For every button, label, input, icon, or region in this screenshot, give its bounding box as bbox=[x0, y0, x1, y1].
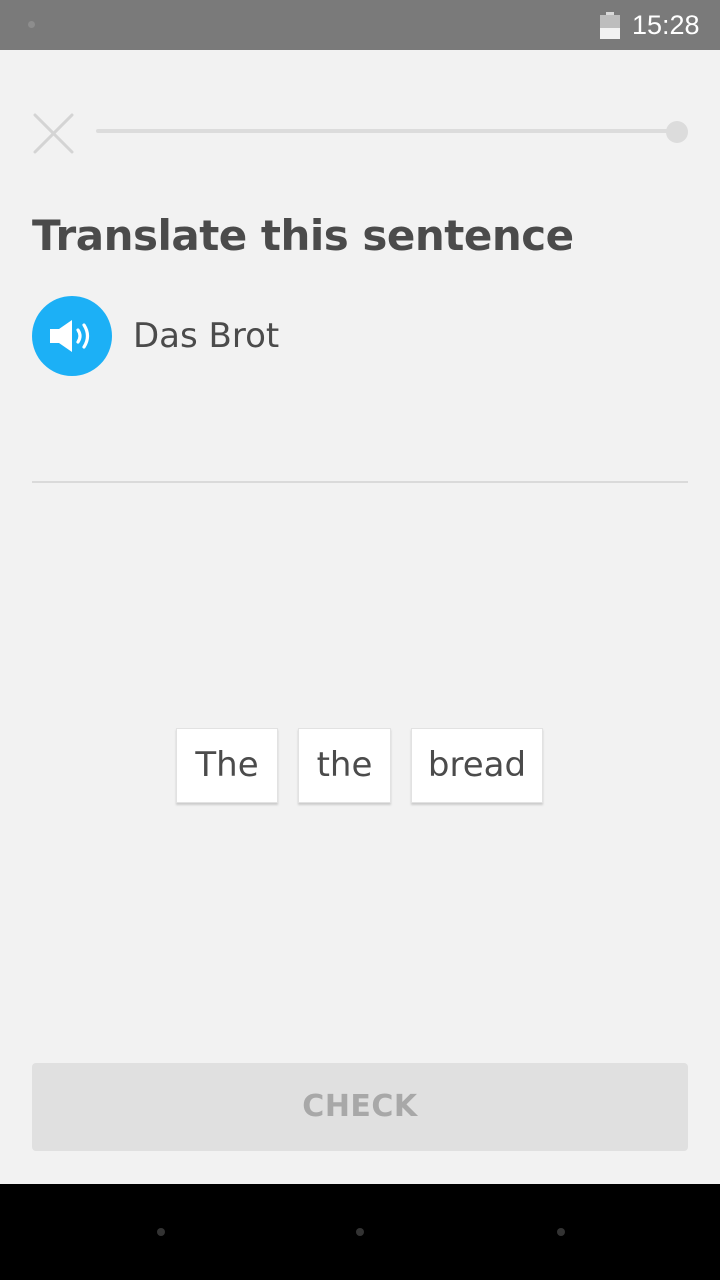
battery-icon bbox=[600, 12, 620, 39]
back-nav-button[interactable] bbox=[157, 1228, 165, 1236]
answer-area-line bbox=[32, 481, 688, 483]
check-button[interactable]: CHECK bbox=[32, 1063, 688, 1151]
status-time: 15:28 bbox=[632, 10, 700, 40]
navigation-bar bbox=[0, 1184, 720, 1280]
word-tile[interactable]: the bbox=[298, 728, 391, 803]
source-sentence: Das Brot bbox=[133, 316, 280, 356]
notification-dot-icon bbox=[28, 21, 35, 28]
recents-nav-button[interactable] bbox=[557, 1228, 565, 1236]
word-tile[interactable]: The bbox=[176, 728, 278, 803]
close-button[interactable] bbox=[30, 110, 76, 156]
page-title: Translate this sentence bbox=[32, 211, 574, 260]
status-bar: 15:28 bbox=[0, 0, 720, 50]
home-nav-button[interactable] bbox=[356, 1228, 364, 1236]
word-tile[interactable]: bread bbox=[411, 728, 543, 803]
close-icon bbox=[33, 113, 74, 154]
play-audio-button[interactable] bbox=[32, 296, 112, 376]
speaker-icon bbox=[50, 320, 90, 352]
lesson-progress-bar bbox=[96, 129, 678, 133]
progress-end-marker bbox=[666, 121, 688, 143]
